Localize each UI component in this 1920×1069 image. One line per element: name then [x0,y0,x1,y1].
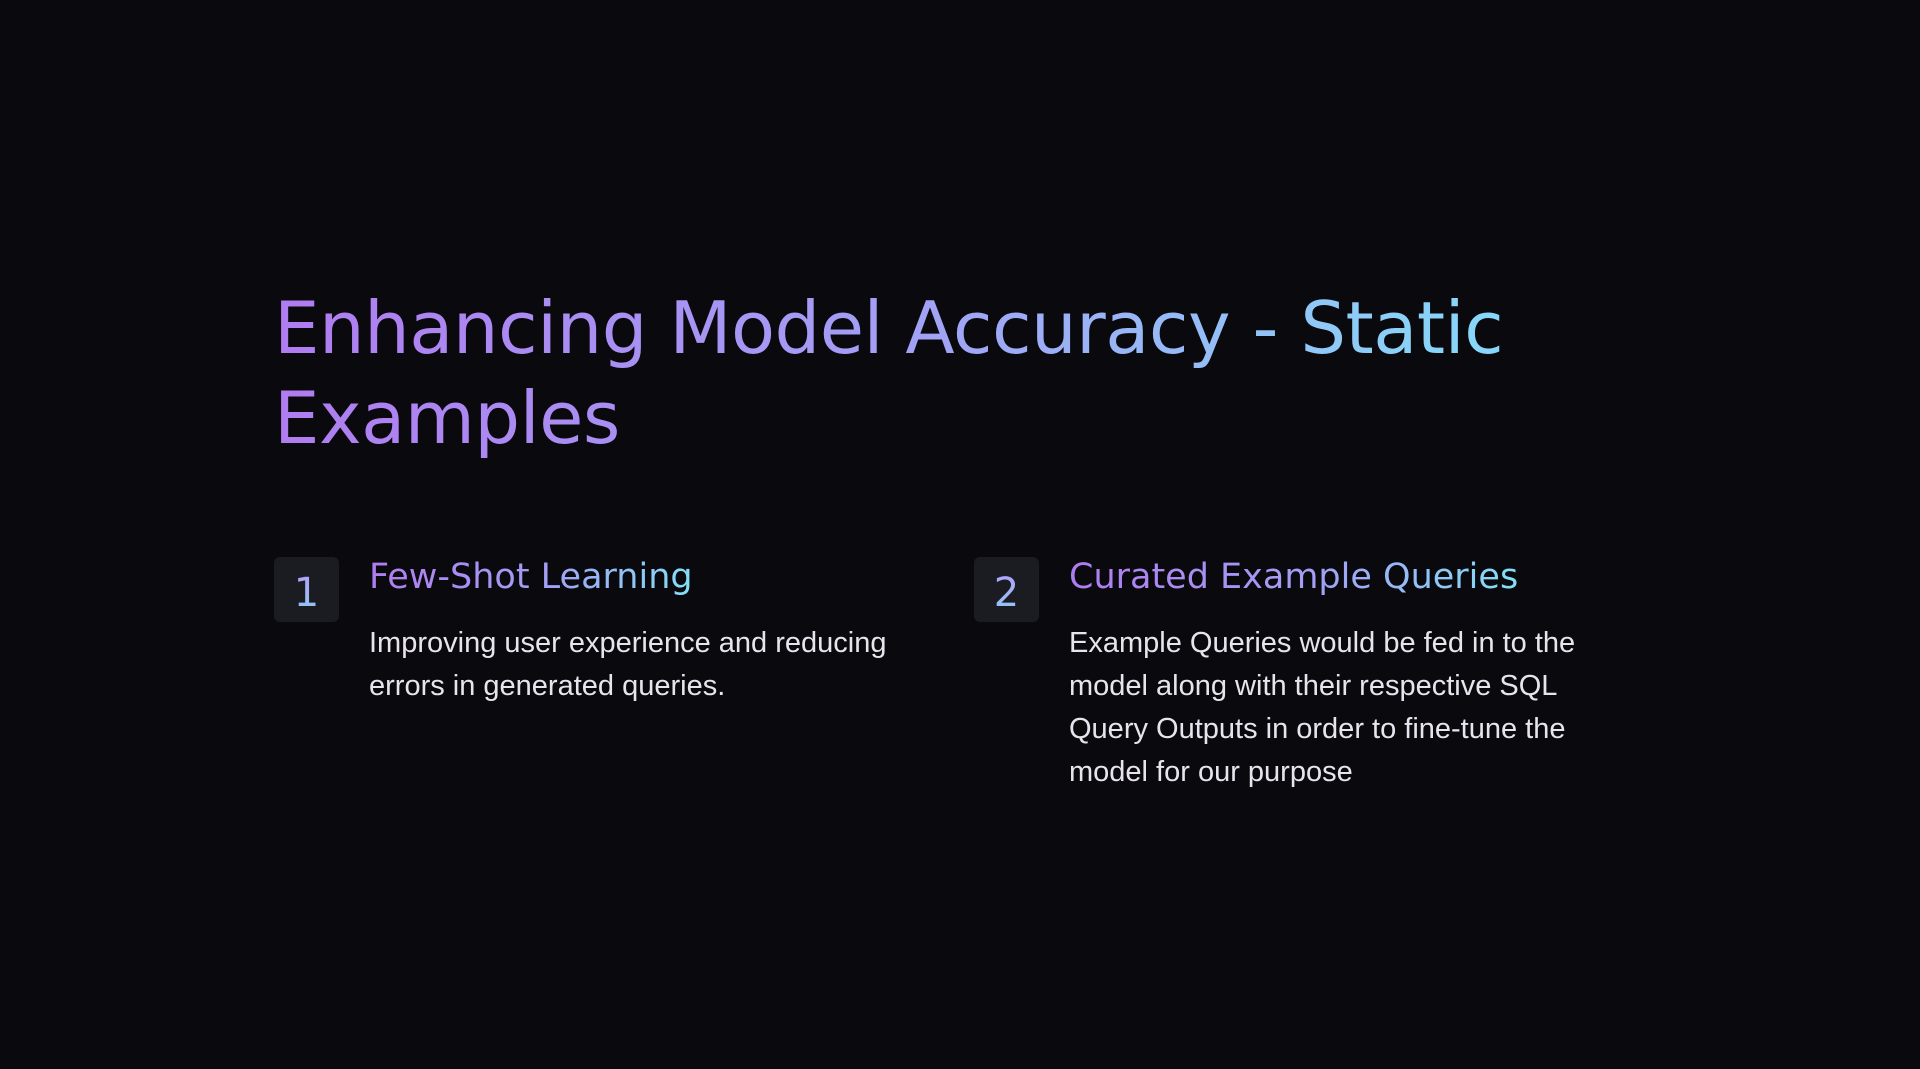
slide: Enhancing Model Accuracy - Static Exampl… [0,0,1920,1069]
item-heading: Few-Shot Learning [369,553,693,601]
item-heading: Curated Example Queries [1069,553,1518,601]
number-label: 2 [994,567,1019,613]
number-badge: 2 [974,557,1039,622]
item-description: Improving user experience and reducing e… [369,627,887,702]
item-description: Example Queries would be fed in to the m… [1069,627,1576,788]
number-label: 1 [294,567,319,613]
slide-title: Enhancing Model Accuracy - Static Exampl… [274,283,1674,463]
number-badge: 1 [274,557,339,622]
